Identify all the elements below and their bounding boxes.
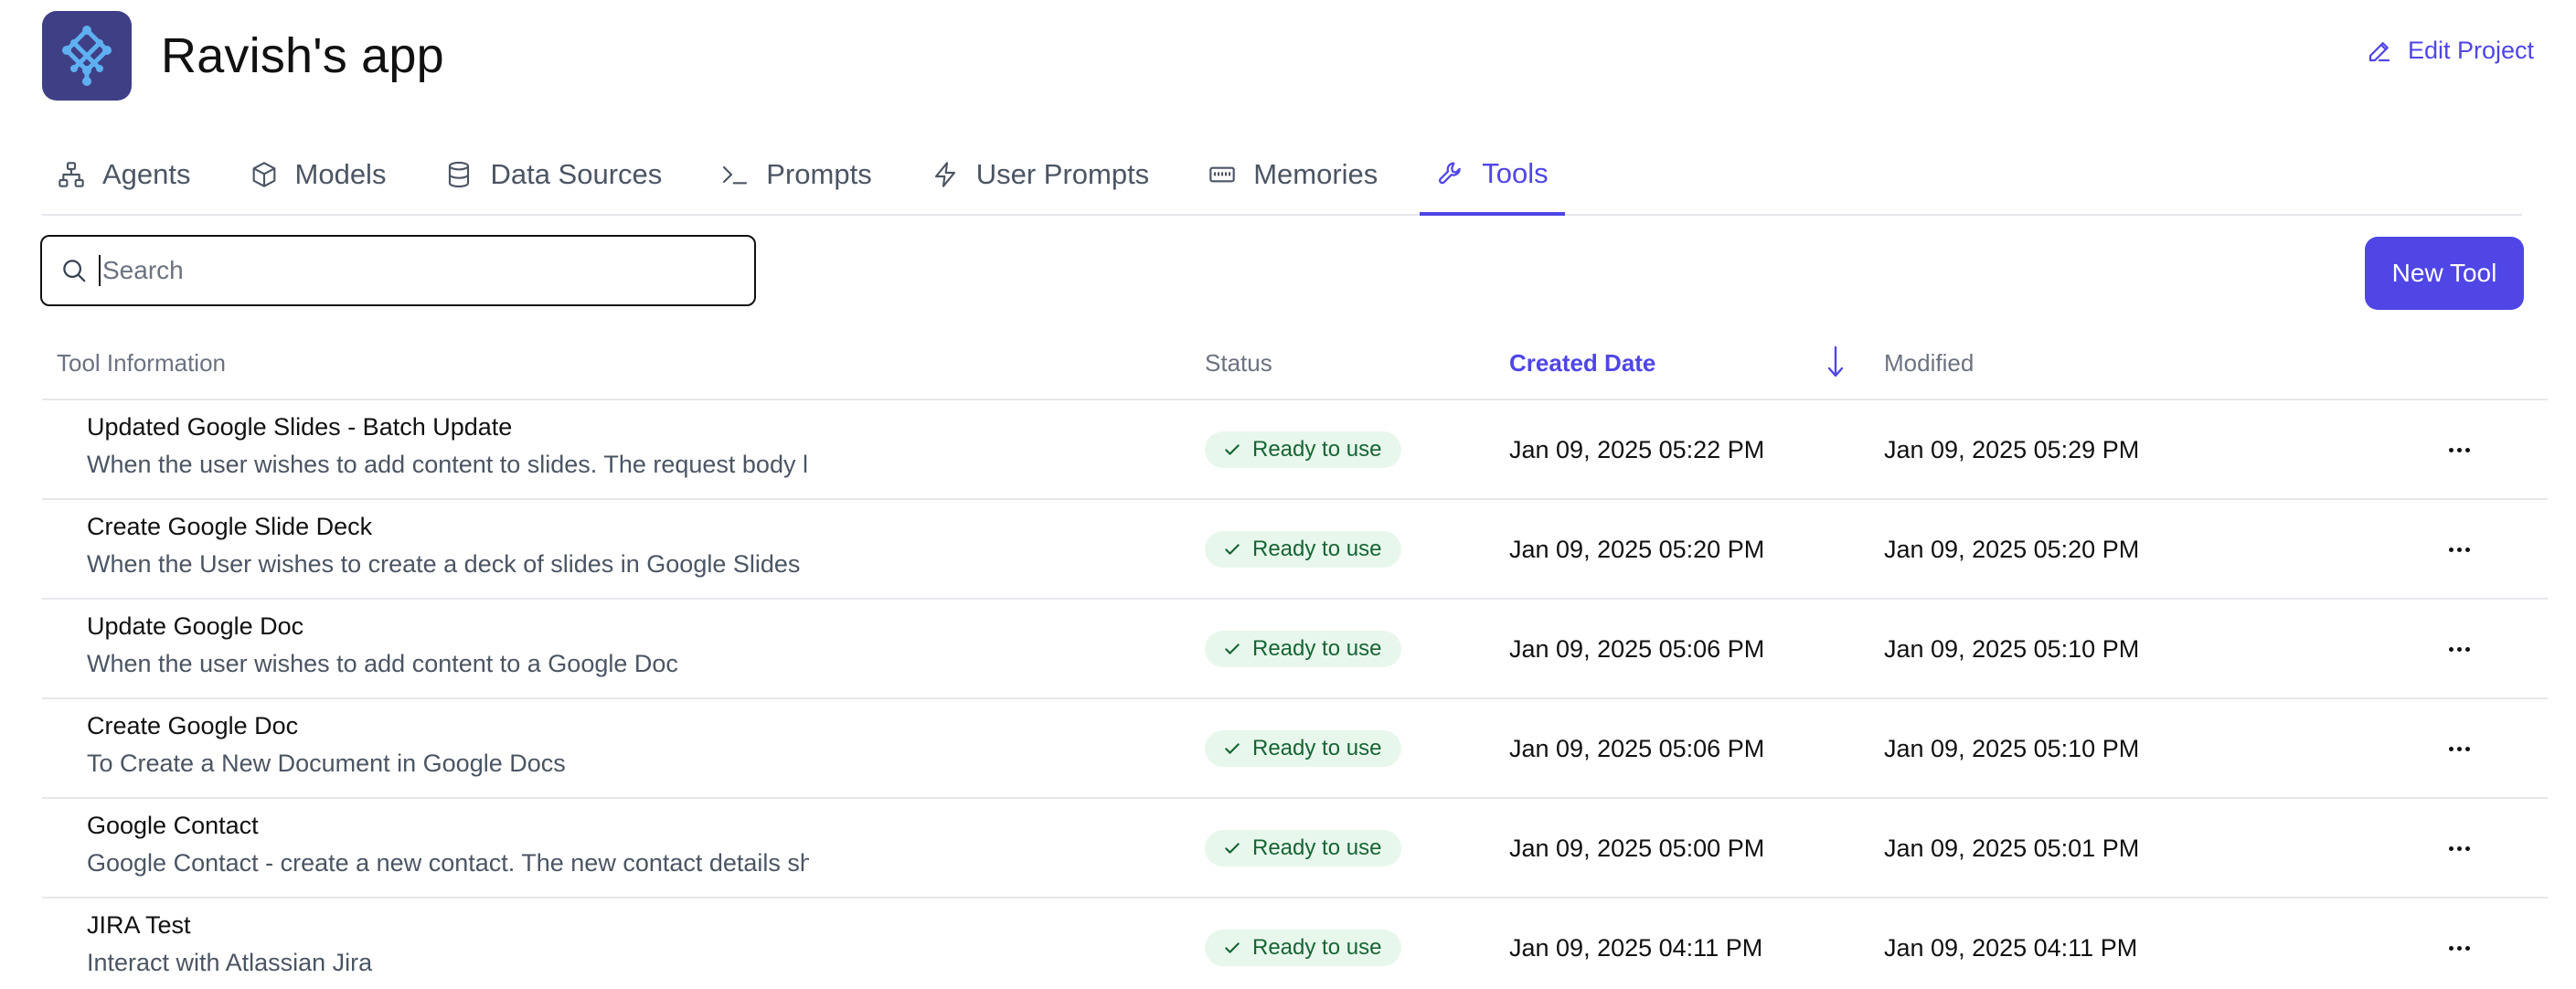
modified-date: Jan 09, 2025 05:01 PM	[1884, 835, 2140, 862]
tool-description: Interact with Atlassian Jira	[87, 949, 373, 976]
text-caret	[99, 255, 101, 286]
more-options-icon[interactable]	[2443, 636, 2475, 662]
arrow-down-icon[interactable]	[1825, 344, 1847, 380]
more-options-icon[interactable]	[2443, 935, 2475, 961]
created-date: Jan 09, 2025 05:06 PM	[1509, 635, 1765, 663]
status-label: Ready to use	[1252, 437, 1382, 462]
tool-name: Updated Google Slides - Batch Update	[87, 413, 513, 441]
status-label: Ready to use	[1252, 736, 1382, 760]
check-icon	[1225, 544, 1240, 555]
created-date: Jan 09, 2025 05:06 PM	[1509, 735, 1765, 762]
tab-user-prompts[interactable]: User Prompts	[914, 135, 1166, 214]
status-badge: Ready to use	[1205, 431, 1402, 468]
check-icon	[1225, 743, 1240, 754]
tab-label: Agents	[102, 158, 191, 190]
check-icon	[1225, 444, 1240, 455]
tab-label: Tools	[1482, 157, 1549, 189]
tool-name: Update Google Doc	[87, 612, 304, 640]
more-options-icon[interactable]	[2443, 736, 2475, 761]
modified-date: Jan 09, 2025 05:10 PM	[1884, 735, 2140, 762]
more-options-icon[interactable]	[2443, 835, 2475, 861]
tab-memories[interactable]: Memories	[1191, 135, 1394, 214]
status-badge: Ready to use	[1205, 930, 1402, 966]
tab-label: Data Sources	[490, 158, 663, 190]
status-label: Ready to use	[1252, 537, 1382, 561]
pencil-icon	[2368, 41, 2390, 61]
table-row[interactable]: Updated Google Slides - Batch Update Whe…	[42, 400, 2548, 500]
status-label: Ready to use	[1252, 835, 1382, 860]
column-header-created-date[interactable]: Created Date	[1509, 349, 1655, 378]
tool-description: To Create a New Document in Google Docs	[87, 750, 566, 777]
terminal-icon	[723, 165, 748, 185]
tab-models[interactable]: Models	[233, 135, 403, 214]
status-badge: Ready to use	[1205, 730, 1402, 767]
tab-tools[interactable]: Tools	[1420, 135, 1565, 216]
tab-label: Models	[294, 158, 387, 190]
cube-icon	[252, 162, 275, 187]
modified-date: Jan 09, 2025 05:29 PM	[1884, 436, 2140, 463]
tab-agents[interactable]: Agents	[42, 135, 208, 214]
check-icon	[1225, 942, 1240, 953]
status-label: Ready to use	[1252, 636, 1382, 661]
tool-description: Google Contact - create a new contact. T…	[87, 849, 809, 877]
table-row[interactable]: Update Google Doc When the user wishes t…	[42, 600, 2548, 699]
wrench-icon	[1439, 162, 1462, 185]
created-date: Jan 09, 2025 05:00 PM	[1509, 835, 1765, 862]
tool-name: JIRA Test	[87, 911, 191, 939]
created-date: Jan 09, 2025 04:11 PM	[1509, 934, 1763, 962]
tool-name: Create Google Slide Deck	[87, 513, 373, 540]
search-icon	[63, 260, 86, 282]
check-icon	[1225, 643, 1240, 654]
logo-icon	[62, 26, 112, 86]
tab-label: Prompts	[766, 158, 872, 190]
status-badge: Ready to use	[1205, 531, 1402, 568]
tools-table: Tool Information Status Created Date Mod…	[42, 331, 2548, 989]
modified-date: Jan 09, 2025 04:11 PM	[1884, 934, 2138, 962]
search-box[interactable]	[40, 235, 756, 306]
table-row[interactable]: Google Contact Google Contact - create a…	[42, 799, 2548, 899]
tool-name: Create Google Doc	[87, 712, 299, 739]
status-badge: Ready to use	[1205, 830, 1402, 867]
table-row[interactable]: Create Google Doc To Create a New Docume…	[42, 699, 2548, 799]
tool-name: Google Contact	[87, 812, 259, 839]
memory-icon	[1209, 166, 1235, 183]
tab-label: Memories	[1253, 158, 1378, 190]
tab-label: User Prompts	[975, 158, 1150, 190]
more-options-icon[interactable]	[2443, 437, 2475, 463]
edit-project-button[interactable]: Edit Project	[2366, 37, 2534, 65]
created-date: Jan 09, 2025 05:20 PM	[1509, 536, 1765, 563]
modified-date: Jan 09, 2025 05:20 PM	[1884, 536, 2140, 563]
status-label: Ready to use	[1252, 935, 1382, 960]
table-header: Tool Information Status Created Date Mod…	[42, 331, 2548, 400]
column-header-status[interactable]: Status	[1205, 349, 1272, 378]
app-logo	[42, 11, 132, 101]
more-options-icon[interactable]	[2443, 537, 2475, 562]
app-header: Ravish's app Edit Project	[42, 11, 2534, 101]
column-header-tool-information[interactable]: Tool Information	[57, 349, 226, 378]
new-tool-button[interactable]: New Tool	[2365, 237, 2524, 310]
bolt-icon	[934, 162, 955, 187]
check-icon	[1225, 843, 1240, 854]
search-input[interactable]	[102, 256, 724, 285]
edit-project-label: Edit Project	[2407, 37, 2534, 64]
database-icon	[449, 161, 470, 188]
tool-description: When the user wishes to add content to s…	[87, 451, 809, 478]
tab-bar: Agents Models Data Sources Prompts User …	[42, 135, 2522, 216]
tool-description: When the user wishes to add content to a…	[87, 650, 678, 677]
column-header-modified[interactable]: Modified	[1884, 349, 1974, 378]
tool-description: When the User wishes to create a deck of…	[87, 550, 801, 578]
tab-prompts[interactable]: Prompts	[704, 135, 888, 214]
table-row[interactable]: Create Google Slide Deck When the User w…	[42, 500, 2548, 600]
tab-data-sources[interactable]: Data Sources	[428, 135, 678, 214]
table-row[interactable]: JIRA Test Interact with Atlassian Jira R…	[42, 899, 2548, 989]
modified-date: Jan 09, 2025 05:10 PM	[1884, 635, 2140, 663]
network-icon	[59, 162, 84, 187]
created-date: Jan 09, 2025 05:22 PM	[1509, 436, 1765, 463]
status-badge: Ready to use	[1205, 631, 1402, 667]
app-title: Ravish's app	[161, 28, 444, 83]
